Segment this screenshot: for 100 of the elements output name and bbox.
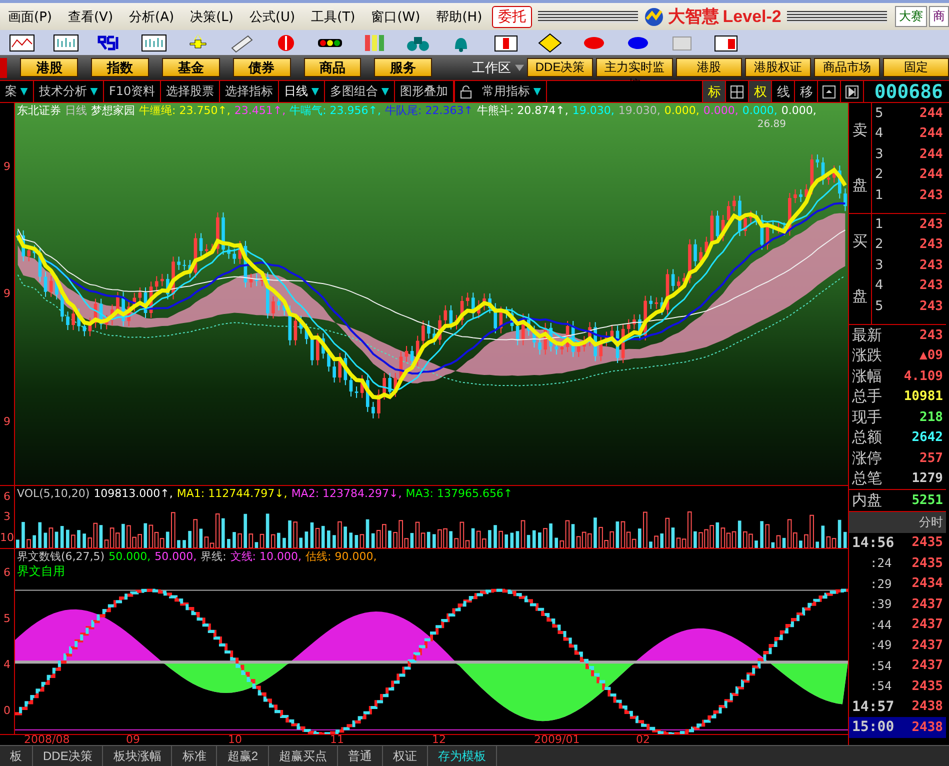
- menu-item[interactable]: 窗口(W): [363, 8, 428, 26]
- market-button[interactable]: 港股: [20, 58, 78, 77]
- menu-item[interactable]: 公式(U): [241, 8, 304, 26]
- workspace-button[interactable]: DDE决策: [527, 58, 594, 77]
- function-tab[interactable]: 技术分析: [34, 81, 104, 102]
- toolbar-toggle[interactable]: 线: [771, 81, 794, 102]
- contest-button[interactable]: 大赛: [895, 6, 927, 27]
- template-tab[interactable]: 标准: [172, 746, 218, 766]
- tick-row[interactable]: 14:57 2438: [849, 696, 946, 717]
- line-chart-icon[interactable]: [9, 32, 35, 52]
- workspace-button[interactable]: 固定: [882, 58, 949, 77]
- function-tab[interactable]: 选择股票: [161, 81, 220, 102]
- ask-price: 243: [920, 188, 943, 203]
- market-button[interactable]: 指数: [91, 58, 149, 77]
- stat-value: 1279: [912, 471, 943, 486]
- lock-icon[interactable]: [460, 84, 472, 98]
- menu-item[interactable]: 决策(L): [182, 8, 242, 26]
- next-icon[interactable]: [845, 84, 860, 98]
- template-tab[interactable]: 存为模板: [428, 746, 498, 766]
- indicator-value: 估线: 90.000,: [306, 549, 377, 563]
- function-tab[interactable]: 日线: [279, 81, 326, 102]
- function-tab[interactable]: 常用指标: [477, 81, 548, 102]
- function-tab[interactable]: F10资料: [104, 81, 162, 102]
- toolbar-toggle[interactable]: 移: [794, 81, 818, 102]
- market-button[interactable]: 商品: [304, 58, 362, 77]
- order-level: 1: [875, 216, 884, 232]
- market-button[interactable]: 债券: [232, 58, 290, 77]
- indicator-value: 0.000,: [781, 104, 816, 116]
- template-tab[interactable]: 普通: [338, 746, 384, 766]
- axis-label: 4: [4, 658, 10, 672]
- axis-label: 5: [4, 612, 10, 625]
- dropdown-icon[interactable]: [381, 88, 390, 96]
- axis-label: 9: [4, 414, 10, 428]
- function-tab[interactable]: 图形叠加: [395, 81, 454, 102]
- indicator-value: 界文数钱(6,27,5): [17, 549, 105, 563]
- bar-chart-icon[interactable]: [53, 32, 79, 52]
- ruler-icon[interactable]: [229, 32, 255, 52]
- market-button[interactable]: 服务: [374, 58, 432, 77]
- dropdown-icon[interactable]: [515, 63, 524, 72]
- indicator-value: 23.451↑,: [234, 104, 286, 116]
- indicator-value: 50.000,: [108, 550, 151, 562]
- menu-item[interactable]: 帮助(H): [428, 8, 490, 26]
- workspace-button[interactable]: 商品市场: [814, 58, 880, 77]
- tick-row[interactable]: :49 2437: [849, 635, 946, 656]
- function-tab[interactable]: 多图组合: [325, 81, 396, 102]
- axis-label: 2008/08: [24, 733, 70, 746]
- market-button[interactable]: 基金: [162, 58, 220, 77]
- workspace-button[interactable]: 港股权证: [744, 58, 811, 77]
- template-tab[interactable]: DDE决策: [33, 746, 104, 766]
- template-tab[interactable]: 超赢买点: [269, 746, 338, 766]
- function-tab[interactable]: 选择指标: [220, 81, 280, 102]
- indicator-value: 牛缰绳: 23.750↑,: [139, 103, 230, 117]
- window-layout-icon[interactable]: [713, 32, 739, 52]
- grid-icon[interactable]: [730, 84, 744, 98]
- stat-label: 最新: [852, 326, 882, 345]
- axis-label: 6: [4, 490, 10, 503]
- tick-row[interactable]: :39 2437: [849, 594, 946, 614]
- order-level: 3: [875, 258, 884, 273]
- tick-row[interactable]: :29 2434: [849, 574, 946, 594]
- ask-price: 244: [920, 106, 943, 121]
- menu-item[interactable]: 工具(T): [303, 8, 364, 26]
- dropdown-icon[interactable]: [533, 88, 542, 96]
- dropdown-icon[interactable]: [20, 88, 28, 96]
- tick-row[interactable]: 15:00 2438: [849, 717, 946, 738]
- template-tab[interactable]: 板块涨幅: [103, 746, 172, 766]
- toolbar-toggle[interactable]: 权: [748, 81, 772, 102]
- toolbar-toggle[interactable]: 标: [702, 81, 726, 102]
- menu-item[interactable]: 查看(V): [60, 8, 122, 26]
- indicator-value: MA1: 112744.797↓,: [176, 486, 288, 500]
- tick-row[interactable]: :54 2437: [849, 656, 946, 676]
- workspace-button[interactable]: 港股: [676, 58, 742, 77]
- tick-row[interactable]: 14:56 2435: [849, 532, 946, 553]
- template-tab[interactable]: 权证: [383, 746, 428, 766]
- entrust-button[interactable]: 委托: [492, 6, 532, 28]
- stat-value: 2642: [912, 430, 943, 446]
- tick-row[interactable]: :24 2435: [849, 553, 946, 574]
- app-title: 大智慧: [668, 6, 719, 28]
- panel-icon[interactable]: [822, 84, 836, 98]
- dropdown-icon[interactable]: [311, 88, 320, 96]
- app-edition: Level-2: [722, 6, 782, 26]
- stat-value: 5251: [912, 492, 943, 508]
- tick-row[interactable]: :44 2437: [849, 614, 946, 635]
- indicator-value: 19.030,: [572, 104, 614, 116]
- function-tab[interactable]: 案: [0, 81, 34, 102]
- template-tab[interactable]: 板: [0, 746, 33, 766]
- indicator-value: MA2: 123784.297↓,: [291, 486, 402, 500]
- bar-chart-icon[interactable]: [141, 32, 167, 52]
- menu-item[interactable]: 画面(P): [0, 8, 60, 26]
- stat-label: 总手: [852, 387, 882, 406]
- warning-sign-icon[interactable]: [537, 32, 563, 52]
- menu-item[interactable]: 分析(A): [121, 8, 182, 26]
- buy-label: 买盘: [852, 231, 868, 307]
- template-tab[interactable]: 超赢2: [217, 746, 270, 766]
- sell-label: 卖盘: [852, 120, 868, 196]
- tick-row[interactable]: :54 2435: [849, 676, 946, 696]
- dropdown-icon[interactable]: [90, 88, 98, 96]
- contest-button[interactable]: 商: [929, 6, 949, 27]
- ask-price: 244: [920, 167, 943, 182]
- indicator-value: VOL(5,10,20): [17, 486, 90, 500]
- document-icon[interactable]: [493, 32, 519, 52]
